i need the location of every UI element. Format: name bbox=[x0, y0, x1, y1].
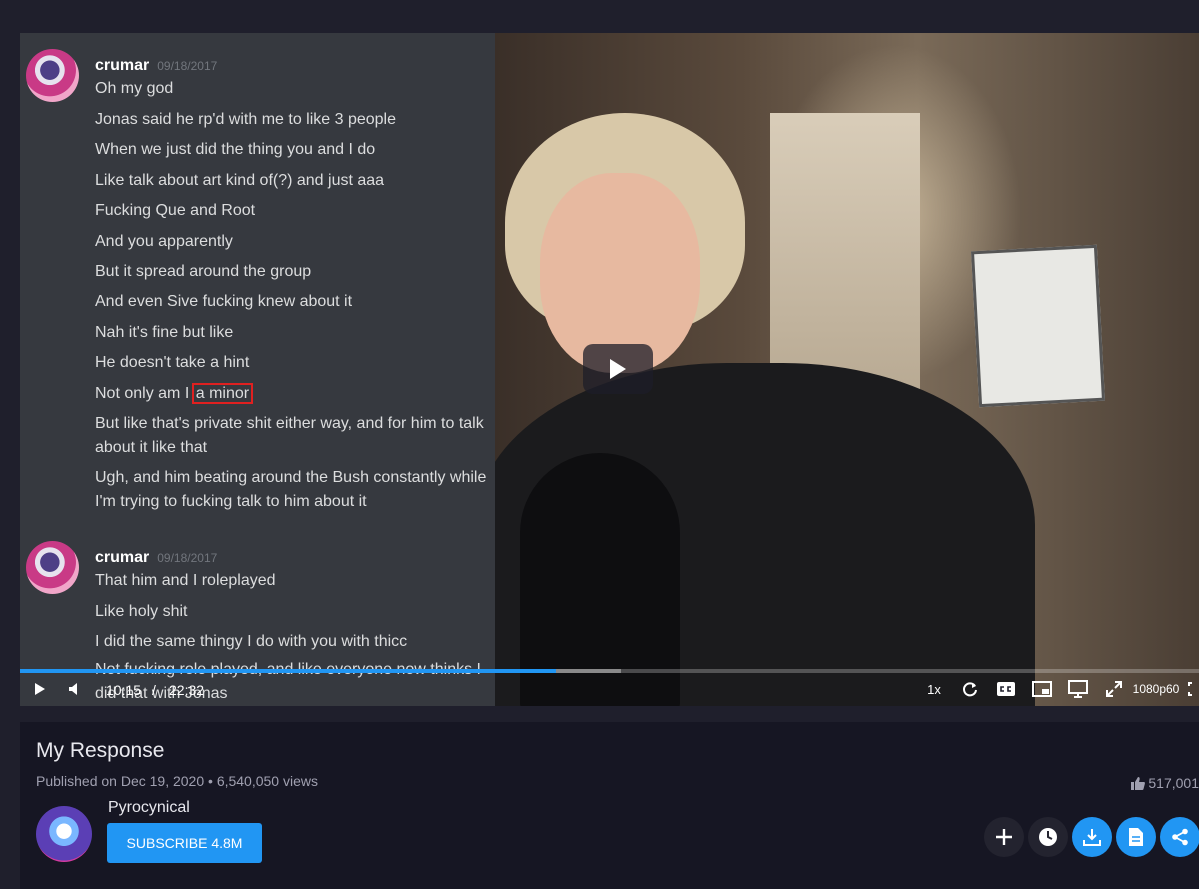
like-count: 517,001 bbox=[1148, 775, 1199, 791]
chat-timestamp: 09/18/2017 bbox=[157, 59, 218, 73]
background-whiteboard bbox=[971, 244, 1105, 408]
play-icon bbox=[610, 359, 626, 379]
duration: 22:32 bbox=[169, 682, 205, 698]
playback-speed-label: 1x bbox=[927, 681, 941, 697]
share-icon bbox=[1172, 828, 1188, 846]
video-frame-chat-screenshot: crumar 09/18/2017 Oh my god Jonas said he… bbox=[20, 33, 495, 706]
chat-line-prefix: Not only am I bbox=[95, 385, 190, 402]
share-button[interactable] bbox=[1160, 817, 1199, 857]
chat-line: And you apparently bbox=[95, 233, 233, 250]
clock-icon bbox=[1039, 828, 1057, 846]
time-separator: / bbox=[152, 682, 156, 698]
loop-button[interactable] bbox=[959, 677, 981, 701]
watch-later-button[interactable] bbox=[1028, 817, 1068, 857]
chat-line: Ugh, and him beating around the Bush con… bbox=[95, 469, 487, 510]
highlight-box: a minor bbox=[191, 383, 254, 404]
chat-line: Oh my god bbox=[95, 80, 174, 97]
meta-dot: • bbox=[208, 773, 213, 789]
chat-author-name: crumar bbox=[95, 549, 150, 566]
playback-speed-button[interactable]: 1x bbox=[923, 677, 945, 701]
fullscreen-button[interactable] bbox=[1103, 677, 1125, 701]
transcript-button[interactable] bbox=[1116, 817, 1156, 857]
play-icon bbox=[35, 683, 45, 695]
view-count: 6,540,050 views bbox=[216, 773, 318, 789]
person-face bbox=[540, 173, 700, 373]
chat-line: Fucking Que and Root bbox=[95, 202, 256, 219]
quality-label: 1080p60 bbox=[1132, 682, 1180, 696]
video-player[interactable]: crumar 09/18/2017 Oh my god Jonas said he… bbox=[20, 33, 1199, 706]
video-info-panel: My Response Published on Dec 19, 2020 • … bbox=[20, 722, 1199, 889]
thumbs-up-icon bbox=[1131, 776, 1146, 790]
chat-line: Like talk about art kind of(?) and just … bbox=[95, 172, 385, 189]
chat-line: But like that's private shit either way,… bbox=[95, 415, 484, 456]
download-button[interactable] bbox=[1072, 817, 1112, 857]
quality-button[interactable]: 1080p60 bbox=[1130, 677, 1182, 701]
chat-line: When we just did the thing you and I do bbox=[95, 141, 376, 158]
like-button[interactable]: 517,001 bbox=[1131, 775, 1199, 791]
chat-line: He doesn't take a hint bbox=[95, 354, 250, 371]
player-controls: 10:15 / 22:32 1x 1080p60 bbox=[20, 673, 1199, 706]
chat-line: Like holy shit bbox=[95, 603, 188, 620]
chat-author-name: crumar bbox=[95, 57, 150, 74]
screen-icon bbox=[1068, 680, 1088, 698]
cast-button[interactable] bbox=[1067, 677, 1089, 701]
captions-icon bbox=[997, 682, 1015, 696]
chat-line: I did the same thingy I do with you with… bbox=[95, 633, 408, 650]
subscribe-button[interactable]: SUBSCRIBE 4.8M bbox=[107, 823, 262, 863]
add-to-playlist-button[interactable] bbox=[984, 817, 1024, 857]
volume-icon bbox=[69, 683, 77, 695]
video-meta: Published on Dec 19, 2020 • 6,540,050 vi… bbox=[36, 773, 318, 789]
channel-name[interactable]: Pyrocynical bbox=[108, 799, 190, 817]
publish-date: Published on Dec 19, 2020 bbox=[36, 773, 205, 789]
chat-line: That him and I roleplayed bbox=[95, 572, 276, 589]
theater-button[interactable] bbox=[1188, 677, 1199, 701]
miniplayer-button[interactable] bbox=[1031, 677, 1053, 701]
chat-line-highlighted: Not only am I a minor bbox=[95, 382, 495, 406]
channel-avatar[interactable] bbox=[36, 806, 92, 862]
expand-icon bbox=[1106, 681, 1122, 697]
miniplayer-icon bbox=[1032, 681, 1052, 697]
chat-timestamp: 09/18/2017 bbox=[157, 551, 218, 565]
chat-line: Nah it's fine but like bbox=[95, 324, 234, 341]
big-play-button[interactable] bbox=[583, 344, 653, 394]
chat-line: And even Sive fucking knew about it bbox=[95, 293, 353, 310]
theater-icon bbox=[1188, 682, 1192, 696]
chat-avatar bbox=[26, 49, 79, 102]
chat-author: crumar 09/18/2017 bbox=[95, 549, 217, 567]
chat-avatar bbox=[26, 541, 79, 594]
plus-icon bbox=[996, 829, 1012, 845]
download-icon bbox=[1083, 829, 1101, 846]
captions-button[interactable] bbox=[995, 677, 1017, 701]
play-button[interactable] bbox=[30, 677, 50, 701]
document-icon bbox=[1129, 828, 1143, 846]
chat-line: But it spread around the group bbox=[95, 263, 312, 280]
chat-author: crumar 09/18/2017 bbox=[95, 57, 217, 75]
loop-icon bbox=[963, 682, 977, 697]
current-time: 10:15 bbox=[106, 682, 142, 698]
chat-line: Jonas said he rp'd with me to like 3 peo… bbox=[95, 111, 397, 128]
video-title: My Response bbox=[36, 739, 165, 762]
volume-button[interactable] bbox=[65, 677, 85, 701]
